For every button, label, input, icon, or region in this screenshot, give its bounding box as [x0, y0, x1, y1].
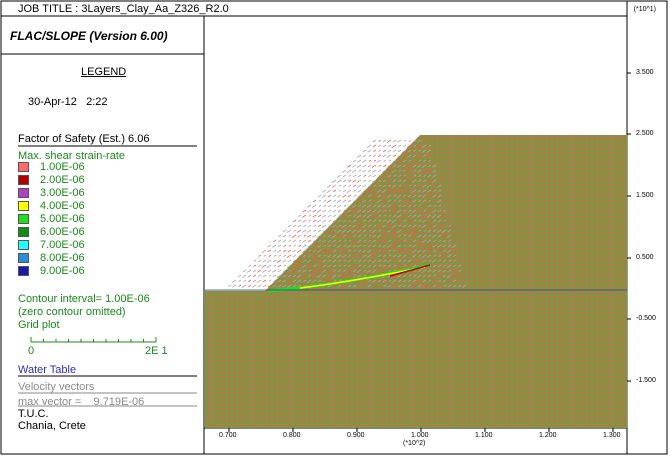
axis-ticks — [228, 72, 631, 432]
y-tick-label: -0.500 — [636, 315, 656, 322]
y-tick-label: -1.500 — [636, 377, 656, 384]
y-tick-label: 3.500 — [636, 69, 654, 76]
y-tick-label: 2.500 — [636, 130, 654, 137]
x-tick-label: 0.800 — [283, 432, 301, 439]
x-tick-label: 1.000 — [411, 432, 429, 439]
flac-plot-window: JOB TITLE : 3Layers_Clay_Aa_Z326_R2.0 (*… — [0, 0, 670, 457]
x-tick-label: 0.700 — [219, 432, 237, 439]
x-tick-label: 1.300 — [603, 432, 621, 439]
y-tick-label: 0.500 — [636, 254, 654, 261]
x-axis-exponent: (*10^2) — [403, 440, 426, 447]
y-tick-label: 1.500 — [636, 192, 654, 199]
x-tick-label: 0.900 — [347, 432, 365, 439]
x-tick-label: 1.100 — [475, 432, 493, 439]
x-tick-label: 1.200 — [539, 432, 557, 439]
